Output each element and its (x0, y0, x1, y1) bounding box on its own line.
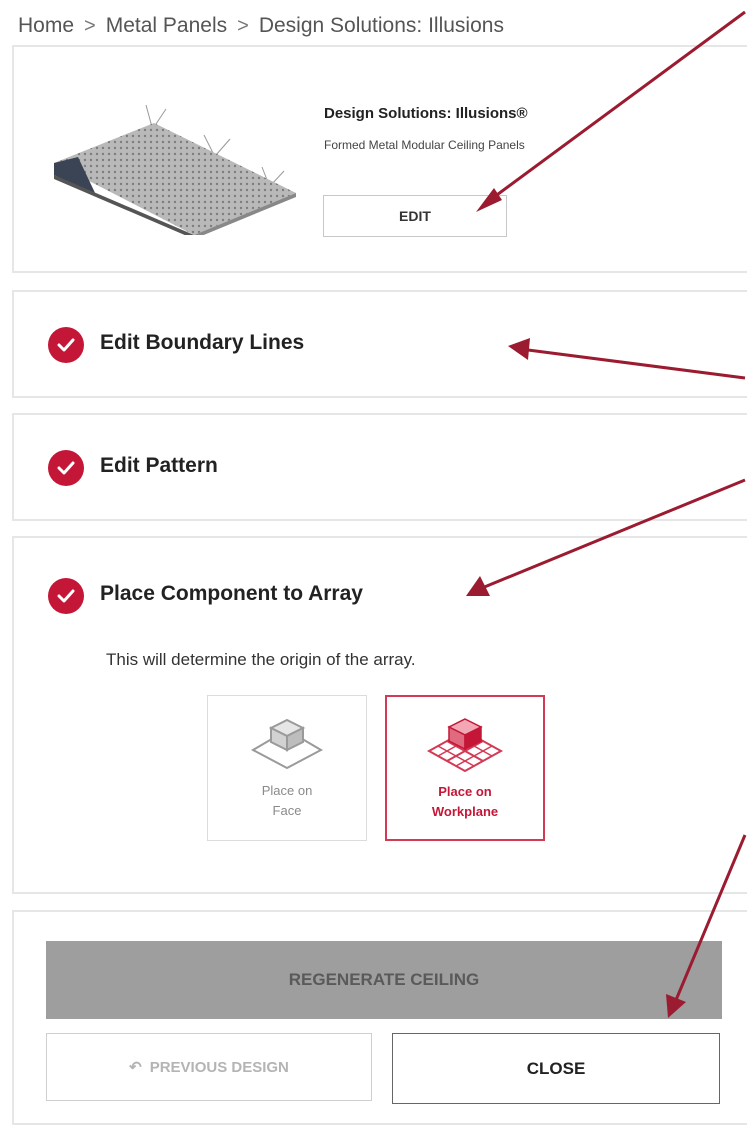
option-label: Place on (261, 783, 313, 798)
check-circle-icon (48, 578, 84, 614)
product-subtitle: Formed Metal Modular Ceiling Panels (324, 138, 525, 152)
breadcrumb: Home > Metal Panels > Design Solutions: … (18, 10, 504, 42)
place-on-workplane-option[interactable]: Place on Workplane (385, 695, 545, 841)
breadcrumb-metal-panels[interactable]: Metal Panels (106, 14, 227, 38)
previous-design-button[interactable]: ↶ PREVIOUS DESIGN (46, 1033, 372, 1101)
previous-design-label: PREVIOUS DESIGN (149, 1058, 289, 1076)
breadcrumb-separator: > (237, 14, 249, 37)
place-on-workplane-icon (426, 718, 504, 773)
check-circle-icon (48, 450, 84, 486)
check-circle-icon (48, 327, 84, 363)
option-label: Place on (438, 784, 492, 799)
step-title: Edit Boundary Lines (100, 331, 305, 354)
step-description: This will determine the origin of the ar… (106, 650, 416, 669)
place-on-face-option[interactable]: Place on Face (207, 695, 367, 841)
step-title[interactable]: Place Component to Array (100, 582, 363, 606)
step-edit-pattern[interactable]: Edit Pattern (12, 413, 747, 521)
option-label: Face (272, 803, 302, 818)
breadcrumb-current: Design Solutions: Illusions (258, 14, 504, 37)
breadcrumb-home[interactable]: Home (18, 14, 74, 38)
breadcrumb-separator: > (84, 14, 96, 37)
action-card: REGENERATE CEILING ↶ PREVIOUS DESIGN CLO… (12, 910, 747, 1125)
product-card: Design Solutions: Illusions® Formed Meta… (12, 45, 747, 273)
step-title: Edit Pattern (100, 454, 218, 477)
undo-icon: ↶ (129, 1059, 142, 1076)
step-edit-boundary-lines[interactable]: Edit Boundary Lines (12, 290, 747, 398)
ceiling-panel-image (54, 104, 296, 235)
place-on-face-icon (250, 718, 324, 770)
regenerate-ceiling-button[interactable]: REGENERATE CEILING (46, 941, 722, 1019)
product-title: Design Solutions: Illusions® (324, 105, 528, 122)
edit-product-button[interactable]: EDIT (323, 195, 507, 237)
step-place-component: Place Component to Array This will deter… (12, 536, 747, 894)
option-label: Workplane (431, 804, 499, 819)
close-button[interactable]: CLOSE (392, 1033, 720, 1104)
